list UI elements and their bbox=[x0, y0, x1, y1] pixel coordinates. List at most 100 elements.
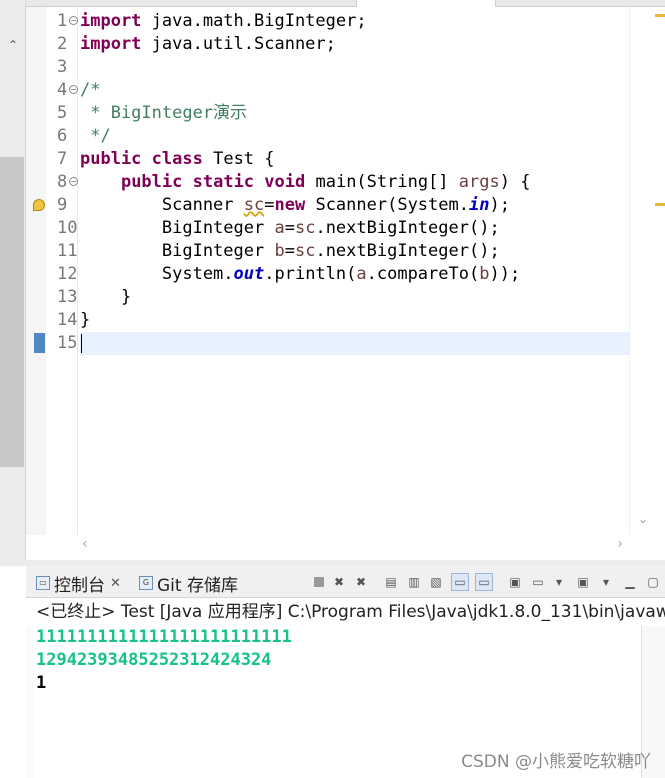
pin-console-icon[interactable]: ▣ bbox=[506, 573, 524, 591]
maximize-icon[interactable]: ▢ bbox=[644, 573, 662, 591]
overview-ruler: ⌄ bbox=[629, 7, 665, 535]
overview-mark[interactable] bbox=[655, 14, 665, 17]
code-line[interactable]: BigInteger b=sc.nextBigInteger(); bbox=[80, 240, 500, 263]
console-toolbar: ✖ ✖ ▤ ▥ ▧ ▭ ▭ ▣ ▭ ▾ ▣ ▾ ▁ ▢ bbox=[310, 566, 665, 598]
code-line[interactable]: public static void main(String[] args) { bbox=[80, 171, 531, 194]
outer-left-strip: ⌃ bbox=[0, 0, 26, 560]
text-caret bbox=[81, 334, 82, 353]
code-token: .println( bbox=[264, 264, 357, 284]
line-number: 9 bbox=[57, 195, 68, 215]
code-token: class bbox=[151, 149, 203, 169]
chevron-down-icon[interactable]: ⌄ bbox=[635, 512, 651, 526]
word-wrap-icon[interactable]: ▧ bbox=[427, 573, 445, 591]
code-token: in bbox=[468, 195, 490, 215]
code-token: System. bbox=[80, 264, 234, 284]
code-line[interactable]: * BigInteger演示 bbox=[80, 102, 247, 125]
code-token: * BigInteger演示 bbox=[80, 103, 248, 123]
code-token: Scanner bbox=[80, 195, 244, 215]
code-token: main(String[] bbox=[305, 172, 459, 192]
code-token: = bbox=[264, 195, 275, 215]
chevron-left-icon[interactable]: ‹ bbox=[82, 536, 88, 552]
code-token: void bbox=[264, 172, 306, 192]
code-area[interactable]: import java.math.BigInteger; import java.… bbox=[80, 7, 629, 535]
code-token: java.math.BigInteger; bbox=[141, 11, 367, 31]
dropdown-icon[interactable]: ▾ bbox=[550, 573, 568, 591]
line-number: 11 bbox=[57, 241, 78, 261]
outer-scroll-thumb[interactable] bbox=[0, 157, 24, 467]
chevron-right-icon[interactable]: › bbox=[617, 536, 623, 552]
fold-icon[interactable]: − bbox=[69, 16, 78, 25]
remove-all-terminated-icon[interactable]: ✖ bbox=[352, 573, 370, 591]
tab-git-repositories[interactable]: G Git 存储库 bbox=[139, 570, 238, 596]
code-token: Test { bbox=[202, 149, 275, 169]
code-token: ); bbox=[489, 195, 510, 215]
code-token: BigInteger bbox=[80, 241, 275, 261]
fold-icon[interactable]: − bbox=[69, 85, 78, 94]
show-console-on-stderr-icon[interactable]: ▭ bbox=[475, 573, 493, 591]
minimize-icon[interactable]: ▁ bbox=[621, 573, 639, 591]
code-token: } bbox=[80, 287, 132, 307]
code-token: .nextBigInteger(); bbox=[315, 218, 500, 238]
code-line[interactable]: System.out.println(a.compareTo(b)); bbox=[80, 263, 520, 286]
code-line[interactable]: } bbox=[80, 309, 90, 332]
tab-console-label: 控制台 bbox=[54, 575, 105, 596]
code-token: } bbox=[80, 310, 91, 330]
code-token: b bbox=[479, 264, 490, 284]
code-token: .nextBigInteger(); bbox=[315, 241, 500, 261]
code-line[interactable]: Scanner sc=new Scanner(System.in); bbox=[80, 194, 510, 217]
editor-tab-active[interactable] bbox=[356, 0, 496, 7]
terminate-icon[interactable] bbox=[310, 573, 328, 591]
chevron-up-icon[interactable]: ⌃ bbox=[6, 38, 20, 52]
line-number: 13 bbox=[57, 287, 78, 307]
code-token: public bbox=[80, 149, 142, 169]
code-token: public bbox=[120, 172, 183, 192]
close-icon[interactable]: ✕ bbox=[110, 576, 121, 591]
code-token: out bbox=[233, 264, 265, 284]
code-line[interactable]: } bbox=[80, 286, 131, 309]
open-console-icon[interactable]: ▣ bbox=[574, 573, 592, 591]
code-line[interactable]: BigInteger a=sc.nextBigInteger(); bbox=[80, 217, 500, 240]
code-line[interactable]: import java.math.BigInteger; bbox=[80, 10, 367, 33]
code-token: sc bbox=[294, 241, 316, 261]
git-repository-icon: G bbox=[139, 576, 153, 590]
line-number: 10 bbox=[57, 218, 78, 238]
warning-icon[interactable] bbox=[33, 199, 45, 211]
current-line-highlight bbox=[80, 332, 629, 355]
annotation-ruler bbox=[26, 7, 46, 535]
line-number: 15 bbox=[57, 333, 78, 353]
line-number: 14 bbox=[57, 310, 78, 330]
console-output-line: 1111111111111111111111111 bbox=[36, 627, 292, 647]
show-console-on-stdout-icon[interactable]: ▭ bbox=[451, 573, 469, 591]
code-token: = bbox=[284, 218, 295, 238]
line-number: 12 bbox=[57, 264, 78, 284]
line-number: 3 bbox=[57, 57, 68, 77]
code-token: ) { bbox=[499, 172, 531, 192]
scroll-lock-icon[interactable]: ▥ bbox=[405, 573, 423, 591]
display-selected-console-icon[interactable]: ▭ bbox=[529, 573, 547, 591]
fold-icon[interactable]: − bbox=[69, 177, 78, 186]
console-output-line: 1 bbox=[36, 673, 47, 693]
dropdown-icon[interactable]: ▾ bbox=[597, 573, 615, 591]
watermark: CSDN @小熊爱吃软糖吖 bbox=[461, 752, 651, 772]
line-number: 2 bbox=[57, 34, 68, 54]
code-line[interactable]: /* bbox=[80, 79, 100, 102]
remove-launch-icon[interactable]: ✖ bbox=[330, 573, 348, 591]
clear-console-icon[interactable]: ▤ bbox=[382, 573, 400, 591]
code-line[interactable]: public class Test { bbox=[80, 148, 275, 171]
code-line[interactable]: import java.util.Scanner; bbox=[80, 33, 336, 56]
code-token: a bbox=[274, 218, 285, 238]
line-number: 6 bbox=[57, 126, 68, 146]
tab-git-label: Git 存储库 bbox=[157, 575, 238, 596]
horizontal-scrollbar[interactable]: ‹ › bbox=[76, 535, 629, 555]
tab-console[interactable]: ▭ 控制台 ✕ bbox=[36, 570, 121, 596]
code-token: import bbox=[80, 11, 142, 31]
code-token: args bbox=[458, 172, 500, 192]
code-line[interactable]: */ bbox=[80, 125, 110, 148]
code-editor[interactable]: 1 2 3 4 5 6 7 8 9 10 11 12 13 14 15 import java.math.B… bbox=[26, 7, 629, 535]
overview-warning-mark[interactable] bbox=[655, 203, 665, 206]
code-token: new bbox=[274, 195, 306, 215]
